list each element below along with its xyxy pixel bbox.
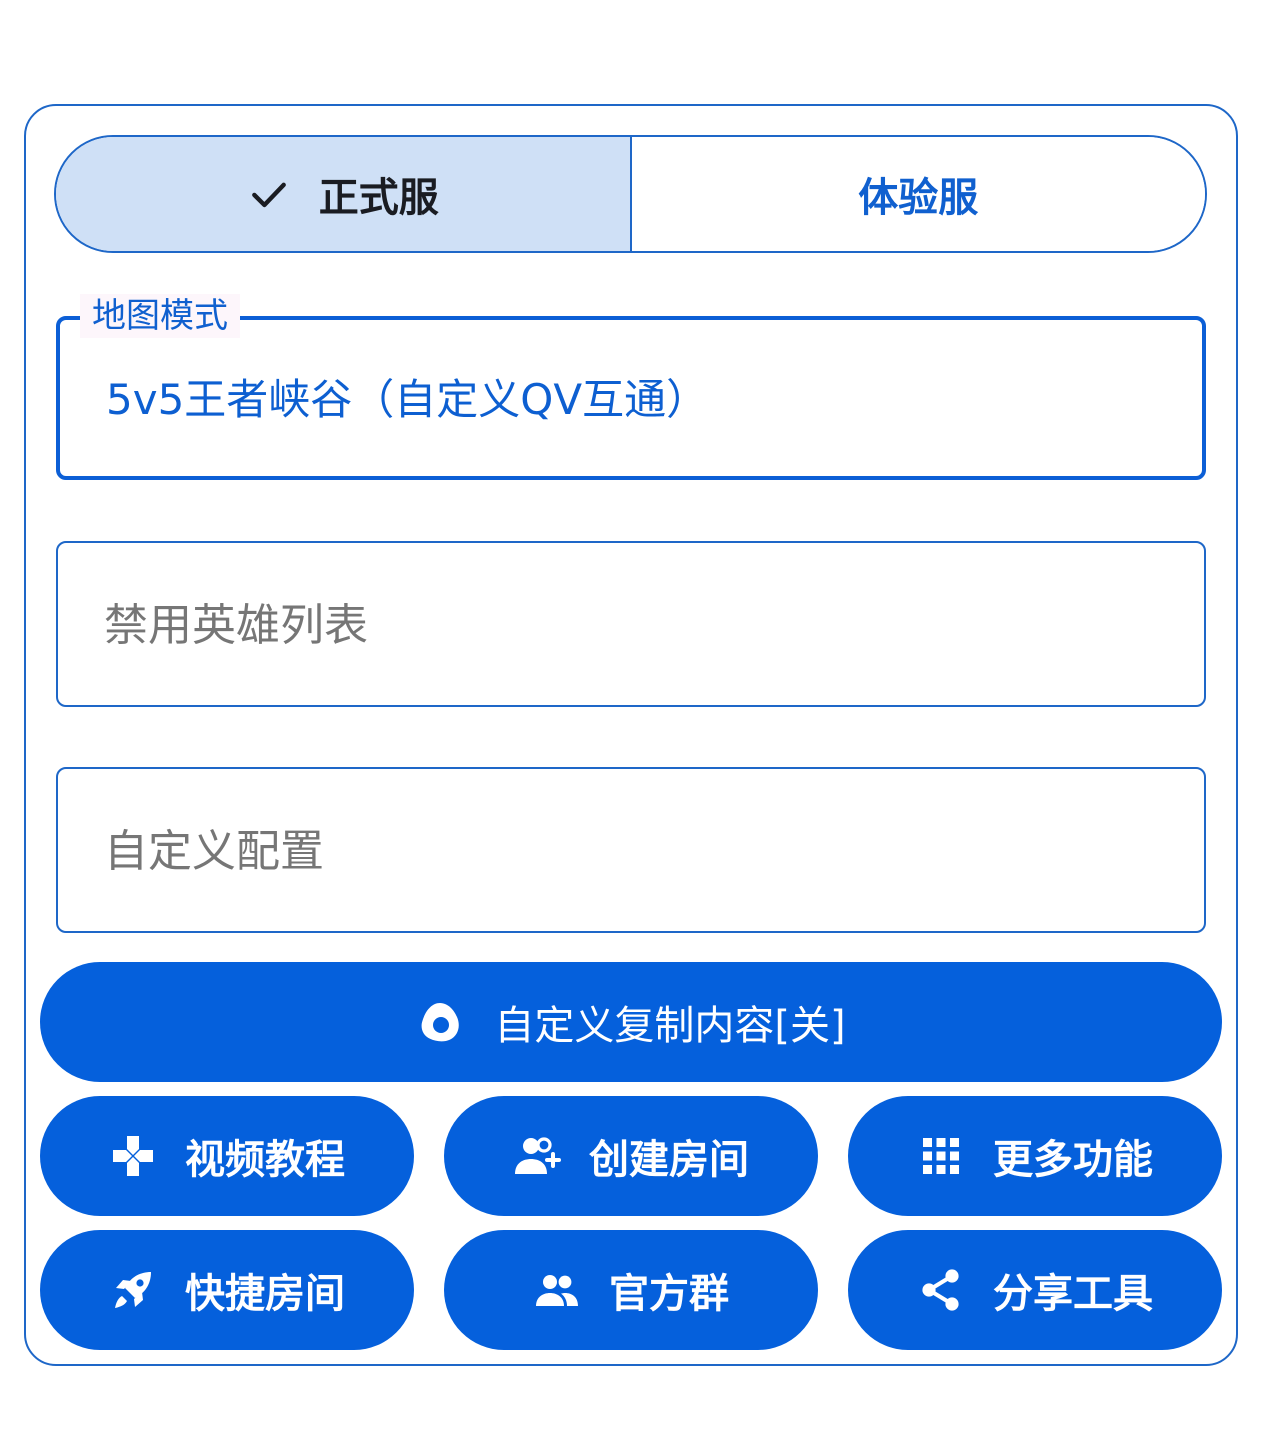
quick-room-button[interactable]: 快捷房间 [40, 1230, 414, 1350]
more-features-button[interactable]: 更多功能 [848, 1096, 1222, 1216]
share-tool-button[interactable]: 分享工具 [848, 1230, 1222, 1350]
person-add-icon [515, 1137, 561, 1174]
segment-label: 体验服 [858, 175, 979, 221]
custom-config-placeholder: 自定义配置 [104, 826, 324, 877]
custom-copy-button[interactable]: 自定义复制内容[关] [40, 962, 1222, 1082]
create-room-button[interactable]: 创建房间 [444, 1096, 818, 1216]
server-toggle: 正式服 体验服 [54, 135, 1207, 253]
rocket-icon [115, 1272, 151, 1308]
group-icon [536, 1275, 578, 1306]
map-mode-value: 5v5王者峡谷（自定义QV互通） [106, 375, 709, 424]
share-icon [922, 1269, 959, 1311]
more-features-label: 更多功能 [993, 1137, 1153, 1183]
banned-heroes-input[interactable]: 禁用英雄列表 [56, 541, 1206, 707]
create-room-label: 创建房间 [589, 1137, 749, 1183]
segment-label: 正式服 [318, 175, 439, 221]
custom-copy-label: 自定义复制内容[关] [494, 1003, 846, 1049]
video-tutorial-label: 视频教程 [185, 1137, 345, 1183]
check-icon [251, 182, 286, 208]
apps-grid-icon [923, 1138, 959, 1174]
official-group-label: 官方群 [609, 1271, 729, 1317]
custom-config-input[interactable]: 自定义配置 [56, 767, 1206, 933]
official-group-button[interactable]: 官方群 [444, 1230, 818, 1350]
share-tool-label: 分享工具 [993, 1271, 1153, 1317]
video-tutorial-button[interactable]: 视频教程 [40, 1096, 414, 1216]
map-mode-label: 地图模式 [80, 294, 240, 338]
quick-room-label: 快捷房间 [185, 1271, 345, 1317]
segment-experience-server[interactable]: 体验服 [631, 137, 1205, 251]
banned-heroes-placeholder: 禁用英雄列表 [104, 600, 368, 651]
segment-official-server[interactable]: 正式服 [56, 137, 632, 251]
egg-icon [421, 1003, 460, 1042]
map-mode-select[interactable]: 地图模式 5v5王者峡谷（自定义QV互通） [56, 294, 1206, 480]
gamepad-icon [113, 1136, 153, 1176]
